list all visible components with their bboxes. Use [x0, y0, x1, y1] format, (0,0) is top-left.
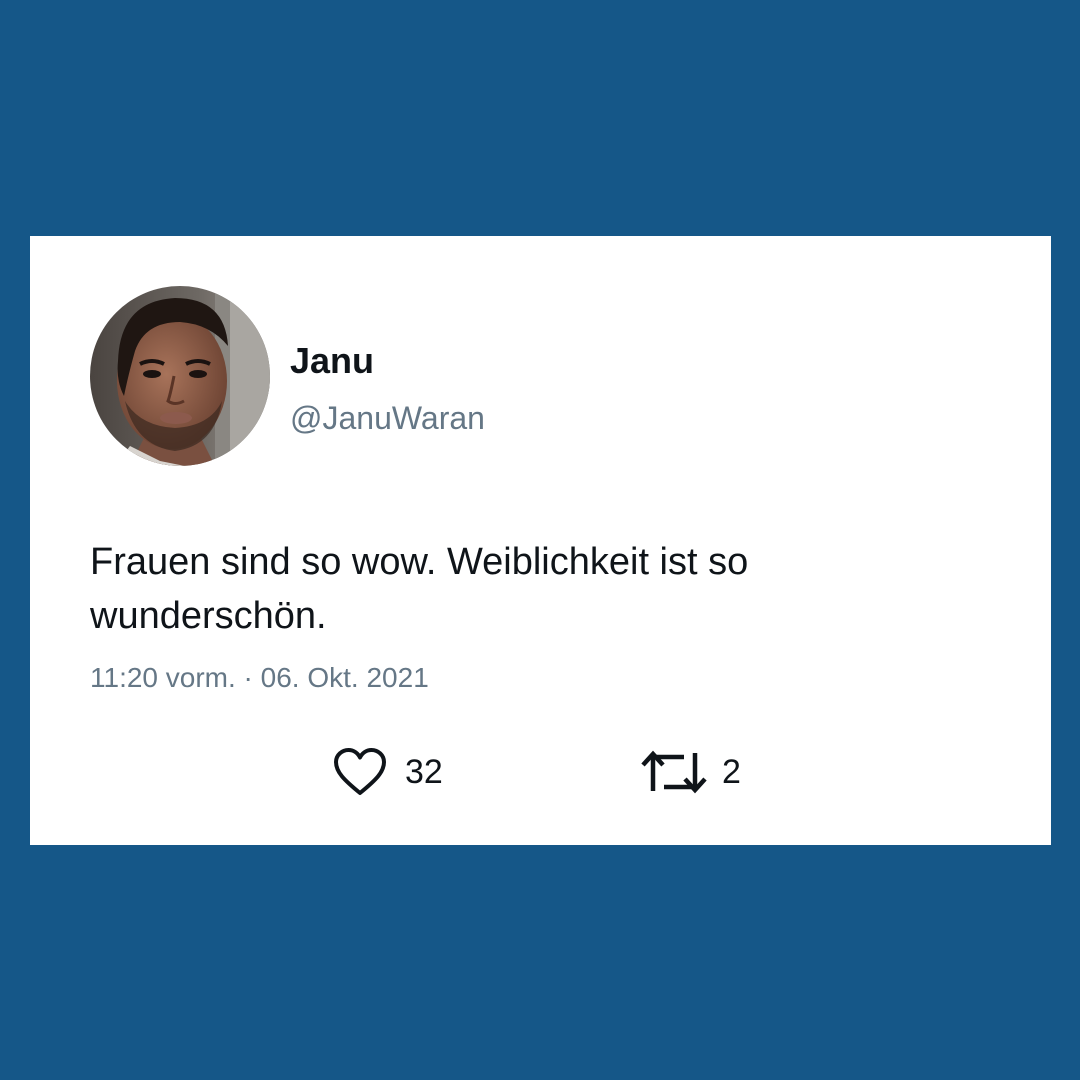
- tweet-card: Janu @JanuWaran Frauen sind so wow. Weib…: [30, 236, 1051, 845]
- like-button[interactable]: 32: [333, 744, 443, 800]
- user-handle[interactable]: @JanuWaran: [290, 398, 485, 438]
- profile-photo-icon: [90, 286, 270, 466]
- display-name[interactable]: Janu: [290, 339, 374, 383]
- heart-icon: [334, 748, 386, 795]
- like-count: 32: [405, 753, 443, 791]
- tweet-text: Frauen sind so wow. Weiblichkeit ist so …: [90, 541, 749, 637]
- retweet-icon: [641, 750, 707, 794]
- retweet-count: 2: [722, 753, 741, 791]
- avatar[interactable]: [90, 286, 270, 466]
- tweet-timestamp[interactable]: 11:20 vorm. · 06. Okt. 2021: [90, 661, 429, 695]
- retweet-button[interactable]: 2: [640, 744, 741, 800]
